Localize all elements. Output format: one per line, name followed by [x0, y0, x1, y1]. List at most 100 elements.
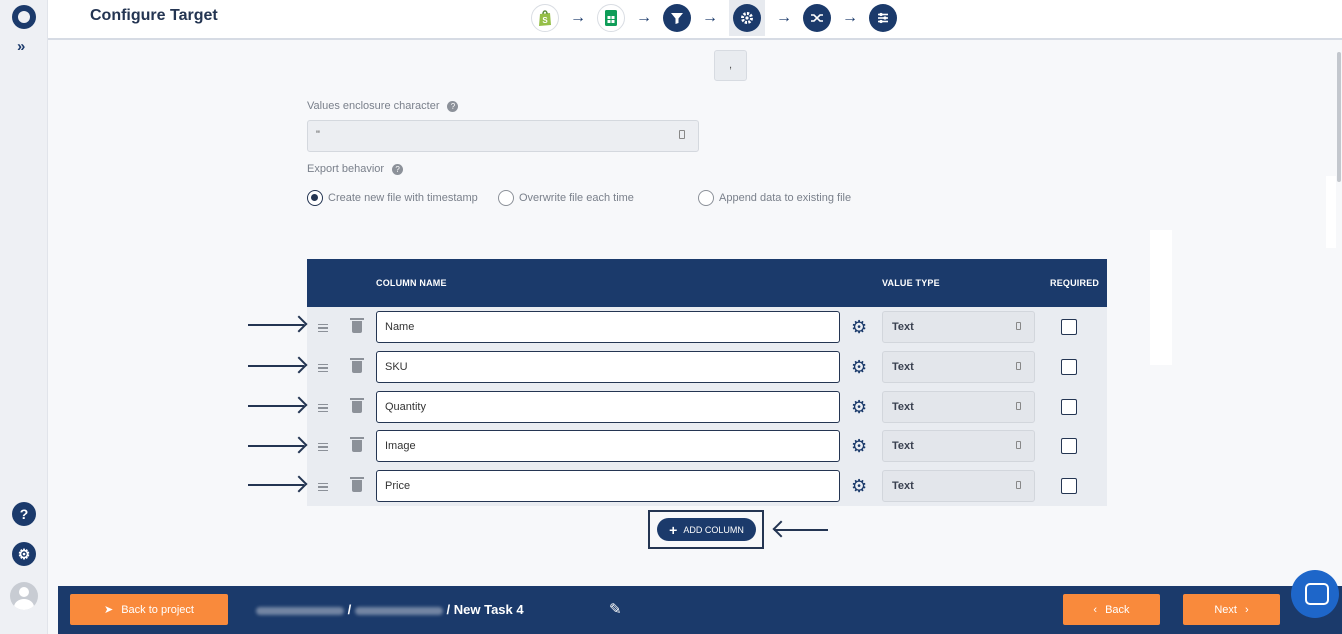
back-label: Back: [1105, 603, 1130, 616]
breadcrumb-blurred-task[interactable]: [354, 606, 443, 615]
value-type-text: Text: [892, 440, 914, 452]
required-checkbox[interactable]: [1061, 438, 1077, 454]
breadcrumb-blurred-project[interactable]: [256, 606, 344, 615]
back-to-project-button[interactable]: ➤ Back to project: [70, 594, 228, 625]
required-checkbox[interactable]: [1061, 478, 1077, 494]
dropdown-caret-icon: [1016, 481, 1021, 489]
delimiter-field[interactable]: ,: [714, 50, 747, 81]
radio-append[interactable]: Append data to existing file: [698, 190, 851, 206]
trash-icon[interactable]: [350, 398, 364, 413]
radio-overwrite[interactable]: Overwrite file each time: [498, 190, 634, 206]
gear-step-active[interactable]: [729, 0, 765, 36]
chevron-left-icon: ‹: [1093, 603, 1098, 616]
arrow-right-icon: →: [636, 9, 652, 26]
add-column-label: ADD COLUMN: [683, 524, 744, 535]
filter-icon[interactable]: [663, 4, 691, 32]
back-button[interactable]: ‹ Back: [1063, 594, 1160, 625]
help-icon[interactable]: ?: [447, 100, 459, 112]
trash-icon[interactable]: [350, 437, 364, 452]
svg-text:S: S: [542, 16, 548, 25]
drag-handle-icon[interactable]: [318, 364, 328, 372]
gear-icon[interactable]: ⚙: [851, 398, 867, 416]
radio-icon-checked: [307, 190, 323, 206]
gear-icon[interactable]: ⚙: [851, 477, 867, 495]
trash-icon[interactable]: [350, 318, 364, 333]
scrollbar-thumb[interactable]: [1337, 52, 1341, 182]
radio-icon: [498, 190, 514, 206]
trash-icon[interactable]: [350, 358, 364, 373]
sliders-icon[interactable]: [869, 4, 897, 32]
vertical-scrollbar[interactable]: [1336, 42, 1342, 582]
enclosure-label-text: Values enclosure character: [307, 100, 440, 112]
back-to-project-label: Back to project: [121, 603, 194, 616]
drag-handle-icon[interactable]: [318, 324, 328, 332]
annotation-arrow-icon: [774, 529, 828, 531]
annotation-arrow-icon: [248, 445, 304, 447]
drag-handle-icon[interactable]: [318, 443, 328, 451]
app-logo-icon[interactable]: [12, 5, 36, 29]
column-name-input[interactable]: [376, 430, 840, 462]
breadcrumb: / / New Task 4: [256, 602, 524, 617]
shuffle-icon[interactable]: [803, 4, 831, 32]
drag-handle-icon[interactable]: [318, 404, 328, 412]
value-type-select[interactable]: Text: [882, 470, 1035, 502]
table-row: ⚙ Text: [307, 351, 1107, 391]
column-name-input[interactable]: [376, 351, 840, 383]
radio-create-timestamp[interactable]: Create new file with timestamp: [307, 190, 478, 206]
value-type-select[interactable]: Text: [882, 430, 1035, 462]
drag-handle-icon[interactable]: [318, 483, 328, 491]
required-checkbox[interactable]: [1061, 319, 1077, 335]
dropdown-caret-icon: [1016, 322, 1021, 330]
enclosure-label: Values enclosure character?: [307, 100, 459, 112]
google-sheets-icon[interactable]: [597, 4, 625, 32]
export-behavior-label: Export behavior?: [307, 163, 404, 175]
dropdown-caret-icon: [1016, 362, 1021, 370]
bottom-bar: ➤ Back to project / / New Task 4 ✎ ‹ Bac…: [58, 586, 1342, 634]
header-value-type: VALUE TYPE: [882, 278, 940, 288]
column-name-input[interactable]: [376, 311, 840, 343]
arrow-right-icon: →: [842, 9, 858, 26]
dropdown-caret-icon: [1016, 402, 1021, 410]
arrow-right-icon: →: [776, 9, 792, 26]
chat-icon[interactable]: [1291, 570, 1339, 618]
step-progress: S → → → → →: [531, 0, 897, 36]
radio-label: Overwrite file each time: [519, 192, 634, 204]
annotation-arrow-icon: [248, 324, 304, 326]
required-checkbox[interactable]: [1061, 399, 1077, 415]
avatar[interactable]: [10, 582, 38, 610]
enclosure-select[interactable]: ": [307, 120, 699, 152]
value-type-text: Text: [892, 401, 914, 413]
left-sidebar: » ? ⚙: [0, 0, 48, 634]
value-type-select[interactable]: Text: [882, 311, 1035, 343]
chevron-right-icon: ›: [1244, 603, 1249, 616]
trash-icon[interactable]: [350, 477, 364, 492]
gear-icon[interactable]: ⚙: [851, 318, 867, 336]
required-checkbox[interactable]: [1061, 359, 1077, 375]
shopify-icon[interactable]: S: [531, 4, 559, 32]
help-icon[interactable]: ?: [12, 502, 36, 526]
next-button[interactable]: Next ›: [1183, 594, 1280, 625]
expand-sidebar-button[interactable]: »: [17, 38, 25, 55]
enclosure-value: ": [316, 129, 320, 141]
overlay-strip: [1326, 176, 1336, 248]
settings-icon[interactable]: ⚙: [12, 542, 36, 566]
pencil-icon[interactable]: ✎: [609, 600, 622, 618]
radio-icon: [698, 190, 714, 206]
header-column-name: COLUMN NAME: [376, 278, 447, 288]
header-required: REQUIRED: [1050, 278, 1100, 288]
value-type-select[interactable]: Text: [882, 351, 1035, 383]
dropdown-caret-icon: [679, 130, 685, 139]
gear-icon[interactable]: ⚙: [851, 358, 867, 376]
value-type-text: Text: [892, 321, 914, 333]
column-name-input[interactable]: [376, 391, 840, 423]
add-column-button[interactable]: + ADD COLUMN: [657, 518, 756, 541]
gear-icon[interactable]: ⚙: [851, 437, 867, 455]
radio-label: Append data to existing file: [719, 192, 852, 204]
dropdown-caret-icon: [1016, 441, 1021, 449]
column-name-input[interactable]: [376, 470, 840, 502]
value-type-select[interactable]: Text: [882, 391, 1035, 423]
annotation-arrow-icon: [248, 405, 304, 407]
columns-table: COLUMN NAME VALUE TYPE REQUIRED ⚙ Text ⚙…: [307, 259, 1107, 506]
help-icon[interactable]: ?: [392, 163, 404, 175]
plus-icon: +: [669, 521, 678, 538]
